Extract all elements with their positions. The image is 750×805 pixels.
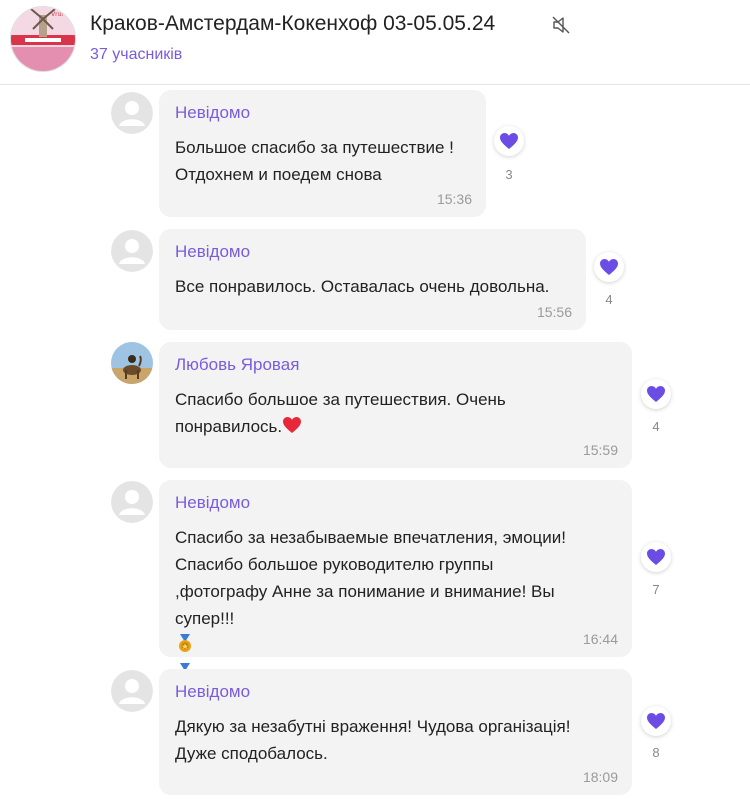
reaction-button[interactable] [641,542,671,572]
message-text: Все понравилось. Оставалась очень доволь… [175,277,550,296]
muted-icon [551,15,571,35]
message-time: 18:09 [582,769,618,785]
sender-avatar[interactable] [111,230,153,272]
message-time: 15:56 [536,304,572,320]
message-text: Большое спасибо за путешествие ! Отдохне… [175,138,454,184]
sender-avatar-photo[interactable] [111,342,153,384]
sender-name[interactable]: Невідомо [175,491,616,515]
sender-avatar[interactable] [111,670,153,712]
sender-avatar[interactable] [111,92,153,134]
reaction-count: 4 [652,419,660,434]
message-time: 16:44 [582,631,618,647]
sender-name[interactable]: Невідомо [175,680,616,704]
message-time: 15:59 [582,442,618,458]
purple-heart-icon [647,549,665,565]
members-count[interactable]: 37 учасників [90,46,182,64]
reaction-button[interactable] [494,126,524,156]
chat-title: Краков-Амстердам-Кокенхоф 03-05.05.24 [90,12,496,35]
purple-heart-icon [500,133,518,149]
sender-name[interactable]: Невідомо [175,240,570,264]
reaction-count: 3 [505,167,513,182]
message-bubble[interactable]: Невідомо Дякую за незабутні враження! Чу… [159,669,632,795]
group-avatar[interactable]: Vru! [10,6,76,72]
sender-name[interactable]: Невідомо [175,101,470,125]
chat-header: Vru! Краков-Амстердам-Кокенхоф 03-05.05.… [0,0,750,85]
reaction-count: 4 [605,292,613,307]
message-bubble[interactable]: Невідомо Большое спасибо за путешествие … [159,90,486,217]
reaction-count: 8 [652,745,660,760]
message-bubble[interactable]: Невідомо Спасибо за незабываемые впечатл… [159,480,632,710]
message-bubble[interactable]: Любовь Яровая Спасибо большое за путешес… [159,342,632,468]
purple-heart-icon [600,259,618,275]
reaction-count: 7 [652,582,660,597]
message-time: 15:36 [436,191,472,207]
message-text: Дякую за незабутні враження! Чудова орга… [175,717,571,763]
reaction-button[interactable] [594,252,624,282]
sender-avatar[interactable] [111,481,153,523]
sender-name[interactable]: Любовь Яровая [175,353,616,377]
svg-text:Vru!: Vru! [51,11,64,18]
medal-icon [175,633,195,661]
purple-heart-icon [647,386,665,402]
reaction-button[interactable] [641,379,671,409]
reaction-button[interactable] [641,706,671,736]
message-bubble[interactable]: Невідомо Все понравилось. Оставалась оче… [159,229,586,330]
message-text: Спасибо большое за путешествия. Очень по… [175,386,616,442]
purple-heart-icon [647,713,665,729]
red-heart-icon [282,415,302,442]
